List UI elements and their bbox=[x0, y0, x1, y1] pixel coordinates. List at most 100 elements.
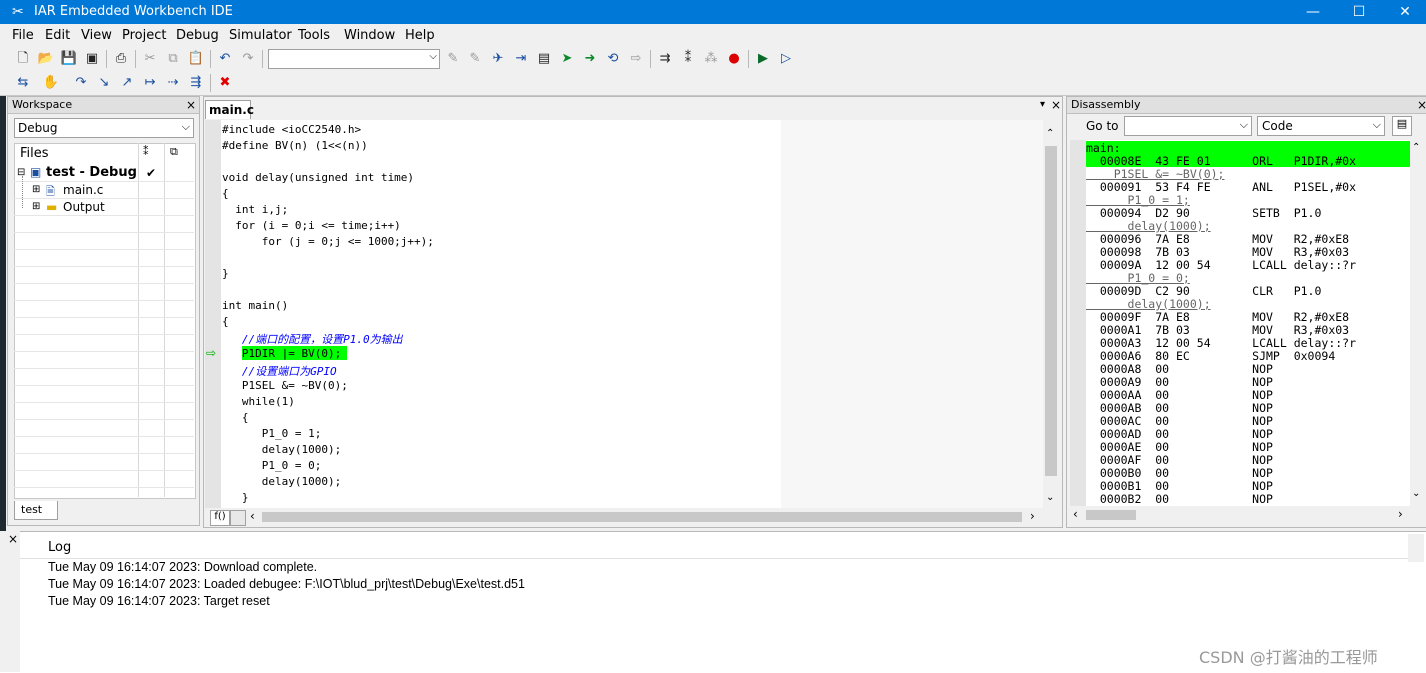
save-all-icon[interactable]: ▣ bbox=[83, 50, 101, 68]
chevron-down-icon: ⌵ bbox=[1239, 118, 1248, 131]
editor-hscroll-thumb[interactable] bbox=[262, 512, 1022, 522]
undo-icon[interactable]: ↶ bbox=[216, 50, 234, 68]
goto-input[interactable]: ⌵ bbox=[1124, 116, 1252, 136]
mode-select[interactable]: Code ⌵ bbox=[1257, 116, 1385, 136]
compile-icon[interactable]: ➤ bbox=[558, 50, 576, 68]
make-icon[interactable]: ➜ bbox=[581, 50, 599, 68]
editor-vscrollbar[interactable]: ⌃ ⌄ bbox=[1043, 120, 1059, 508]
menu-file[interactable]: File bbox=[12, 28, 34, 43]
editor-close-icon[interactable]: × bbox=[1051, 98, 1061, 112]
files-header: Files bbox=[20, 146, 49, 161]
step-icon-b[interactable]: ⁑ bbox=[679, 50, 697, 68]
break-icon[interactable]: ✋ bbox=[42, 74, 60, 92]
log-panel-side bbox=[0, 531, 20, 672]
scroll-down-icon[interactable]: ⌄ bbox=[1412, 488, 1420, 499]
disassembly-lines: main: 00008E 43 FE 01 ORL P1DIR,#0x P1SE… bbox=[1086, 140, 1410, 506]
step-icon-a[interactable]: ⇉ bbox=[656, 50, 674, 68]
app-icon: ✂ bbox=[12, 4, 24, 20]
scroll-thumb[interactable] bbox=[1045, 146, 1057, 476]
chevron-down-icon: ⌵ bbox=[181, 120, 190, 133]
tabs-dropdown-icon[interactable]: ▾ bbox=[1040, 99, 1045, 110]
next-statement-icon[interactable]: ↦ bbox=[141, 74, 159, 92]
step-into-icon[interactable]: ↘ bbox=[95, 74, 113, 92]
config-select[interactable]: Debug ⌵ bbox=[14, 118, 194, 138]
scroll-up-icon[interactable]: ⌃ bbox=[1412, 142, 1420, 153]
menu-debug[interactable]: Debug bbox=[176, 28, 219, 43]
new-file-icon[interactable]: 🗋 bbox=[14, 50, 32, 68]
go-to-icon[interactable]: ✈ bbox=[489, 50, 507, 68]
tab-main-c[interactable]: main.c bbox=[205, 100, 254, 119]
current-pc-arrow-icon: ⇨ bbox=[206, 346, 217, 360]
expand-icon[interactable]: ⊞ bbox=[32, 201, 40, 212]
code-line: P1SEL &= ~BV(0); bbox=[222, 379, 348, 392]
stop-build-icon[interactable]: ⇨ bbox=[627, 50, 645, 68]
maximize-button[interactable]: ☐ bbox=[1336, 0, 1382, 24]
cut-icon[interactable]: ✂ bbox=[141, 50, 159, 68]
navigate-icon[interactable]: ⇥ bbox=[512, 50, 530, 68]
workspace-tab-test[interactable]: test bbox=[14, 501, 58, 520]
run-to-cursor-icon[interactable]: ⇢ bbox=[164, 74, 182, 92]
title-bar: ✂ IAR Embedded Workbench IDE — ☐ ✕ bbox=[0, 0, 1426, 24]
log-close-icon[interactable]: × bbox=[8, 532, 18, 546]
options-icon[interactable]: ⧉ bbox=[170, 145, 178, 159]
code-line: { bbox=[222, 187, 229, 200]
columns-icon[interactable]: ⁑ bbox=[143, 145, 149, 158]
editor-gutter bbox=[205, 120, 221, 508]
scroll-left-icon[interactable]: ‹ bbox=[250, 509, 255, 523]
expand-icon[interactable]: ⊞ bbox=[32, 184, 40, 195]
scroll-right-icon[interactable]: › bbox=[1030, 509, 1035, 523]
reset-icon[interactable]: ⇆ bbox=[14, 74, 32, 92]
print-icon[interactable]: ⎙ bbox=[112, 50, 130, 68]
menu-simulator[interactable]: Simulator bbox=[229, 28, 292, 43]
minimize-button[interactable]: — bbox=[1290, 0, 1336, 24]
redo-icon[interactable]: ↷ bbox=[239, 50, 257, 68]
workspace-close-icon[interactable]: × bbox=[186, 97, 196, 113]
rebuild-icon[interactable]: ⟲ bbox=[604, 50, 622, 68]
disassembly-close-icon[interactable]: × bbox=[1417, 97, 1426, 113]
scroll-up-icon[interactable]: ⌃ bbox=[1046, 128, 1054, 139]
breakpoint-icon[interactable]: ● bbox=[725, 50, 743, 68]
step-out-icon[interactable]: ↗ bbox=[118, 74, 136, 92]
chevron-down-icon: ⌵ bbox=[429, 51, 437, 62]
menu-edit[interactable]: Edit bbox=[45, 28, 70, 43]
menu-window[interactable]: Window bbox=[344, 28, 395, 43]
file-item-main-c[interactable]: main.c bbox=[63, 183, 103, 197]
copy-window-icon[interactable]: ▤ bbox=[1392, 116, 1412, 136]
log-vscrollbar[interactable] bbox=[1408, 534, 1424, 562]
toggle-bookmark-icon[interactable]: ✎ bbox=[444, 50, 462, 68]
project-item[interactable]: test - Debug bbox=[46, 165, 137, 180]
scroll-thumb[interactable] bbox=[1086, 510, 1136, 520]
folder-item-output[interactable]: Output bbox=[63, 200, 105, 214]
debug-without-download-icon[interactable]: ▷ bbox=[777, 50, 795, 68]
menu-tools[interactable]: Tools bbox=[298, 28, 330, 43]
menu-project[interactable]: Project bbox=[122, 28, 166, 43]
scroll-left-icon[interactable]: ‹ bbox=[1073, 507, 1078, 521]
code-line: #define BV(n) (1<<(n)) bbox=[222, 139, 368, 152]
step-icon-c[interactable]: ⁂ bbox=[702, 50, 720, 68]
find-in-files-icon[interactable]: ▤ bbox=[535, 50, 553, 68]
goto-label: Go to bbox=[1086, 119, 1119, 133]
open-folder-icon[interactable]: 📂 bbox=[37, 50, 55, 68]
split-box[interactable] bbox=[230, 510, 246, 526]
config-value: Debug bbox=[18, 121, 58, 135]
disassembly-hscrollbar[interactable]: ‹ › bbox=[1070, 507, 1410, 523]
save-icon[interactable]: 💾 bbox=[60, 50, 78, 68]
next-bookmark-icon[interactable]: ✎ bbox=[466, 50, 484, 68]
code-comment: //设置端口为GPIO bbox=[222, 365, 337, 378]
paste-icon[interactable]: 📋 bbox=[187, 50, 205, 68]
watermark: CSDN @打酱油的工程师 bbox=[1199, 648, 1378, 667]
scroll-right-icon[interactable]: › bbox=[1398, 507, 1403, 521]
copy-icon[interactable]: ⧉ bbox=[164, 50, 182, 68]
function-navigator-button[interactable]: f() bbox=[210, 510, 230, 526]
find-combo[interactable]: ⌵ bbox=[268, 49, 440, 69]
scroll-down-icon[interactable]: ⌄ bbox=[1046, 492, 1054, 503]
step-over-icon[interactable]: ↷ bbox=[72, 74, 90, 92]
go-icon[interactable]: ⇶ bbox=[187, 74, 205, 92]
stop-debugging-icon[interactable]: ✖ bbox=[216, 74, 234, 92]
menu-view[interactable]: View bbox=[81, 28, 112, 43]
disassembly-vscrollbar[interactable]: ⌃ ⌄ bbox=[1410, 140, 1424, 506]
close-button[interactable]: ✕ bbox=[1382, 0, 1426, 24]
menu-help[interactable]: Help bbox=[405, 28, 435, 43]
download-debug-icon[interactable]: ▶ bbox=[754, 50, 772, 68]
log-entry: Tue May 09 16:14:07 2023: Loaded debugee… bbox=[48, 577, 525, 591]
